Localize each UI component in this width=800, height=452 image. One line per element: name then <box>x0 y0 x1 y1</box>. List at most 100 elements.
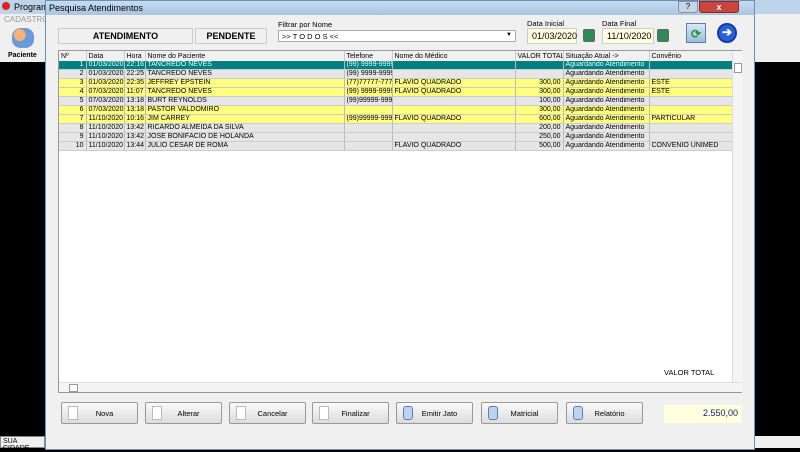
dialog-titlebar[interactable]: Pesquisa Atendimentos ? x <box>46 1 754 15</box>
cell-data: 11/10/2020 <box>86 141 125 151</box>
cell-medico <box>392 105 516 115</box>
cell-data: 11/10/2020 <box>86 123 125 133</box>
filter-value: >> T O D O S << <box>282 32 339 41</box>
cell-medico <box>392 132 516 142</box>
column-header[interactable]: Nº <box>59 51 87 61</box>
column-header[interactable]: Telefone <box>344 51 393 61</box>
scroll-thumb[interactable] <box>734 63 742 73</box>
cell-nome: RICARDO ALMEIDA DA SILVA <box>145 123 345 133</box>
table-row[interactable]: 1 01/03/2020 22:16 TANCREDO NEVES (99) 9999-… <box>59 61 733 70</box>
cell-data: 07/03/2020 <box>86 87 125 97</box>
table-row[interactable]: 9 11/10/2020 13:42 JOSÉ BONIFÁCIO DE HOLAND… <box>59 132 733 142</box>
relatorio-button[interactable]: Relatório <box>566 402 643 424</box>
vertical-scrollbar[interactable] <box>732 51 742 382</box>
refresh-icon: ⟳ <box>691 27 702 41</box>
cell-hora: 22:25 <box>124 69 146 79</box>
table-row[interactable]: 2 01/03/2020 22:25 TANCREDO NEVES (99) 9999-… <box>59 69 733 79</box>
help-button[interactable]: ? <box>678 1 698 13</box>
cell-tel: (99)99999-9999 <box>344 114 393 124</box>
cell-medico <box>392 69 516 79</box>
cell-valor <box>515 61 564 70</box>
close-button[interactable]: x <box>699 1 739 13</box>
cell-sit: Aguardando Atendimento <box>563 61 650 70</box>
table-row[interactable]: 10 11/10/2020 13:44 JULIO CESAR DE ROMA FLAV… <box>59 141 733 151</box>
cell-n: 5 <box>59 96 87 106</box>
column-header[interactable]: Situação Atual -> <box>563 51 650 61</box>
cell-conv <box>649 123 733 133</box>
atendimentos-grid[interactable]: Nº Data Hora Nome do Paciente Telefone Nome d… <box>58 50 742 393</box>
emitir-jato-button[interactable]: Emitir Jato <box>396 402 473 424</box>
table-row[interactable]: 3 01/03/2020 22:35 JEFFREY EPSTEIN (77)77777… <box>59 78 733 88</box>
cell-n: 4 <box>59 87 87 97</box>
cell-sit: Aguardando Atendimento <box>563 132 650 142</box>
cell-conv: PARTICULAR <box>649 114 733 124</box>
cell-hora: 13:42 <box>124 132 146 142</box>
cell-data: 01/03/2020 <box>86 78 125 88</box>
cell-medico: FLAVIO QUADRADO <box>392 114 516 124</box>
cell-data: 01/03/2020 <box>86 61 125 70</box>
button-label: Matricial <box>510 409 539 418</box>
cell-sit: Aguardando Atendimento <box>563 96 650 106</box>
cell-conv <box>649 132 733 142</box>
cell-hora: 13:18 <box>124 96 146 106</box>
horizontal-scrollbar[interactable] <box>59 382 742 392</box>
data-inicial-input[interactable]: 01/03/2020 <box>527 28 577 44</box>
cell-conv: CONVENIO UNIMED <box>649 141 733 151</box>
column-header[interactable]: Nome do Paciente <box>145 51 345 61</box>
arrow-right-icon[interactable]: ➔ <box>717 23 737 43</box>
data-final-input[interactable]: 11/10/2020 <box>602 28 654 44</box>
patients-icon[interactable] <box>12 28 34 48</box>
table-row[interactable]: 5 07/03/2020 13:18 BURT REYNOLDS (99)99999-9… <box>59 96 733 106</box>
cell-data: 11/10/2020 <box>86 114 125 124</box>
cell-hora: 11:07 <box>124 87 146 97</box>
cell-tel: (77)77777-7777 <box>344 78 393 88</box>
table-row[interactable]: 8 11/10/2020 13:42 RICARDO ALMEIDA DA SILVA… <box>59 123 733 133</box>
cancelar-button[interactable]: Cancelar <box>229 402 306 424</box>
cell-sit: Aguardando Atendimento <box>563 114 650 124</box>
pesquisa-atendimentos-dialog: Pesquisa Atendimentos ? x ATENDIMENTO PE… <box>45 0 755 450</box>
table-row[interactable]: 7 11/10/2020 10:16 JIM CARREY (99)99999-9999… <box>59 114 733 124</box>
cell-nome: TANCREDO NEVES <box>145 69 345 79</box>
paciente-button-label[interactable]: Paciente <box>8 52 37 59</box>
matricial-button[interactable]: Matricial <box>481 402 558 424</box>
cell-sit: Aguardando Atendimento <box>563 141 650 151</box>
alterar-button[interactable]: Alterar <box>145 402 222 424</box>
cell-valor: 250,00 <box>515 132 564 142</box>
filter-label: Filtrar por Nome <box>278 20 333 29</box>
column-header[interactable]: Data <box>86 51 125 61</box>
menu-cadastros[interactable]: CADASTROS <box>0 14 54 26</box>
cell-medico <box>392 123 516 133</box>
app-side-panel <box>755 14 800 62</box>
nova-button[interactable]: Nova <box>61 402 138 424</box>
column-header[interactable]: VALOR TOTAL <box>515 51 564 61</box>
table-row[interactable]: 4 07/03/2020 11:07 TANCREDO NEVES (99) 9999-… <box>59 87 733 97</box>
scroll-thumb[interactable] <box>69 384 78 392</box>
cell-medico: FLAVIO QUADRADO <box>392 141 516 151</box>
cell-tel <box>344 141 393 151</box>
cell-data: 07/03/2020 <box>86 96 125 106</box>
button-label: Finalizar <box>341 409 370 418</box>
calendar-icon[interactable] <box>583 29 595 42</box>
column-header[interactable]: Convênio <box>649 51 733 61</box>
cell-nome: TANCREDO NEVES <box>145 61 345 70</box>
cell-nome: TANCREDO NEVES <box>145 87 345 97</box>
cell-n: 3 <box>59 78 87 88</box>
data-inicial-label: Data Inicial <box>527 19 565 28</box>
cell-nome: JIM CARREY <box>145 114 345 124</box>
button-label: Emitir Jato <box>421 409 458 418</box>
filter-name-select[interactable]: >> T O D O S << ▼ <box>278 30 516 42</box>
pendente-heading: PENDENTE <box>195 28 267 44</box>
cell-medico: FLAVIO QUADRADO <box>392 78 516 88</box>
cell-hora: 13:18 <box>124 105 146 115</box>
app-status-right <box>755 436 800 448</box>
calendar-icon[interactable] <box>657 29 669 42</box>
column-header[interactable]: Hora <box>124 51 146 61</box>
cell-n: 2 <box>59 69 87 79</box>
valor-total-label: VALOR TOTAL <box>664 368 715 377</box>
cell-sit: Aguardando Atendimento <box>563 105 650 115</box>
table-row[interactable]: 6 07/03/2020 13:18 PASTOR VALDOMIRO 300,00 Ag… <box>59 105 733 115</box>
finalizar-button[interactable]: Finalizar <box>312 402 389 424</box>
refresh-button[interactable]: ⟳ <box>686 23 706 43</box>
cell-n: 1 <box>59 61 87 70</box>
column-header[interactable]: Nome do Médico <box>392 51 516 61</box>
